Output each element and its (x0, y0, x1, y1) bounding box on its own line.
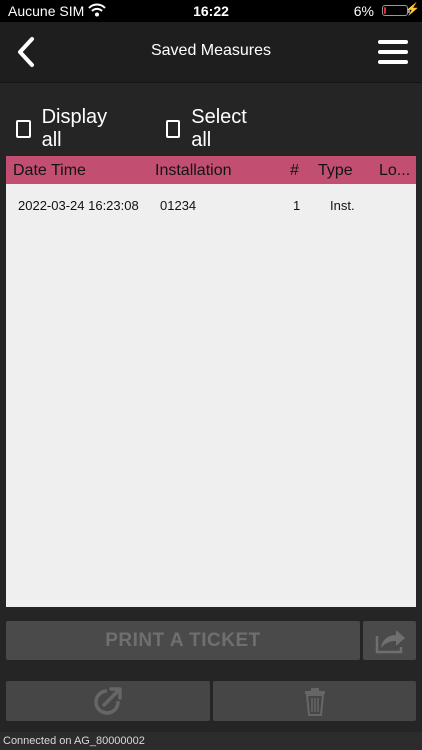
menu-button[interactable] (378, 40, 408, 64)
open-external-icon (94, 687, 122, 715)
select-all-checkbox[interactable]: Select all (166, 106, 251, 152)
cell-number: 1 (293, 198, 301, 213)
share-icon (375, 630, 405, 654)
cell-type: Inst. (330, 198, 355, 213)
select-all-label: Select all (191, 106, 247, 151)
print-ticket-button[interactable]: PRINT A TICKET (6, 621, 360, 660)
checkbox-unchecked-icon (16, 120, 31, 138)
connection-status-bar: Connected on AG_80000002 (0, 732, 422, 750)
column-header-datetime[interactable]: Date Time (13, 162, 86, 180)
battery-percent: 6% (353, 3, 374, 19)
cell-datetime: 2022-03-24 16:23:08 (18, 198, 139, 213)
connection-status: Connected on AG_80000002 (3, 735, 145, 747)
charging-icon: ⚡ (405, 2, 420, 16)
status-bar: Aucune SIM 16:22 6% ⚡ (0, 0, 422, 22)
trash-icon (305, 688, 325, 716)
measures-table[interactable]: Date Time Installation # Type Lo... 2022… (6, 156, 416, 607)
open-button[interactable] (6, 681, 210, 721)
page-title: Saved Measures (150, 42, 272, 59)
cell-installation: 01234 (160, 198, 197, 213)
table-header: Date Time Installation # Type Lo... (6, 156, 416, 184)
column-header-type[interactable]: Type (318, 162, 353, 180)
column-header-installation[interactable]: Installation (155, 162, 232, 180)
display-all-label: Display all (41, 106, 108, 151)
checkbox-unchecked-icon (166, 120, 181, 138)
column-header-number[interactable]: # (290, 162, 299, 180)
table-row[interactable]: 2022-03-24 16:23:08 01234 1 Inst. (6, 184, 416, 218)
share-button[interactable] (363, 621, 416, 660)
nav-bar: Saved Measures (0, 22, 422, 83)
display-all-checkbox[interactable]: Display all (16, 106, 111, 152)
delete-button[interactable] (213, 681, 416, 721)
column-header-location[interactable]: Lo... (379, 162, 410, 180)
hamburger-menu-icon (378, 40, 408, 44)
